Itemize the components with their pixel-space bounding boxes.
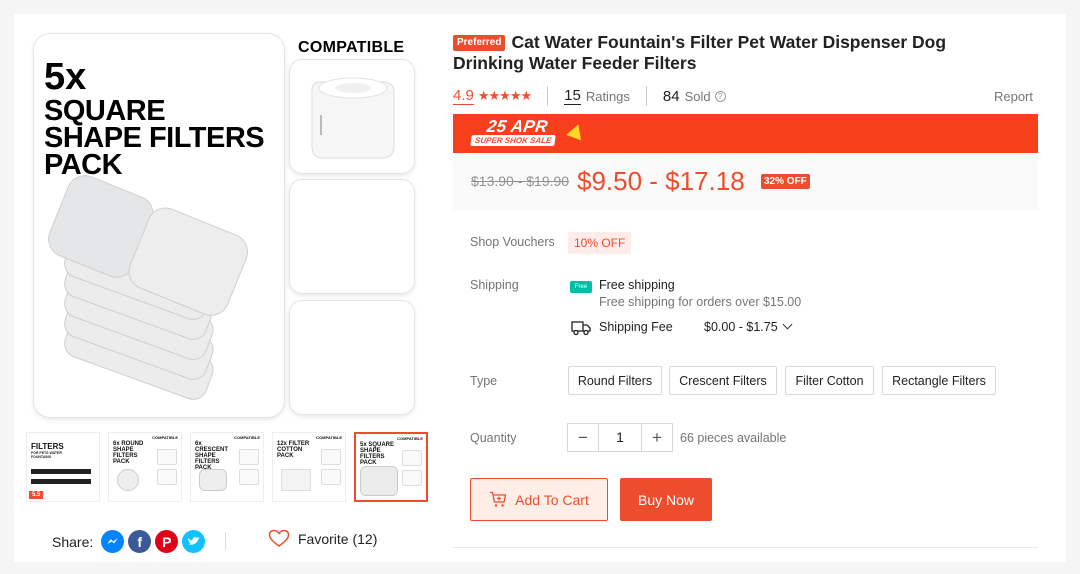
flash-sale-subtitle: SUPER SHOK SALE bbox=[470, 135, 557, 146]
vouchers-label: Shop Vouchers bbox=[470, 235, 555, 249]
decrease-quantity-button[interactable]: − bbox=[568, 424, 598, 451]
sold-count: 84 bbox=[662, 87, 680, 105]
thumb-title: 6x CRESCENT SHAPE FILTERS PACK bbox=[195, 441, 229, 471]
shipping-fee-dropdown[interactable]: $0.00 - $1.75 bbox=[704, 319, 793, 334]
product-title-text: Cat Water Fountain's Filter Pet Water Di… bbox=[453, 32, 947, 73]
thumb-bar bbox=[31, 469, 91, 474]
thumb-title: FILTERS bbox=[31, 442, 64, 451]
type-option-filter-cotton[interactable]: Filter Cotton bbox=[785, 366, 874, 395]
buy-now-button[interactable]: Buy Now bbox=[620, 478, 712, 521]
product-card: 5x SQUARE SHAPE FILTERS PACK COMPATIBLE bbox=[14, 14, 1066, 562]
thumb-badge: 5.5 bbox=[29, 491, 44, 499]
voucher-chip[interactable]: 10% OFF bbox=[568, 232, 632, 254]
preferred-badge: Preferred bbox=[453, 35, 506, 51]
shipping-label: Shipping bbox=[470, 278, 519, 292]
pinterest-icon[interactable]: P bbox=[155, 530, 179, 553]
discount-badge: 32% OFF bbox=[761, 174, 810, 189]
messenger-icon[interactable] bbox=[101, 530, 125, 553]
facebook-icon[interactable]: f bbox=[128, 530, 152, 553]
thumb-shape bbox=[199, 469, 227, 491]
thumb-shape bbox=[360, 466, 398, 496]
stock-available: 66 pieces available bbox=[680, 431, 787, 445]
thumbnail-5[interactable]: COMPATIBLE 5x SQUARE SHAPE FILTERS PACK bbox=[354, 432, 428, 502]
report-link[interactable]: Report bbox=[994, 89, 1033, 104]
rating-value[interactable]: 4.9 bbox=[453, 87, 474, 105]
favorite-button[interactable]: Favorite (12) bbox=[268, 529, 377, 548]
share-divider bbox=[225, 532, 226, 550]
thumbnail-3[interactable]: COMPATIBLE 6x CRESCENT SHAPE FILTERS PAC… bbox=[190, 432, 264, 502]
rating-row: 4.9 ★★★★★ 15 Ratings 84 Sold ? Report bbox=[453, 86, 1033, 106]
thumbnail-4[interactable]: COMPATIBLE 12x FILTER COTTON PACK bbox=[272, 432, 346, 502]
thumb-shape bbox=[281, 469, 311, 491]
cart-icon bbox=[490, 491, 507, 507]
thumb-box bbox=[402, 470, 422, 486]
thumb-compatible: COMPATIBLE bbox=[397, 436, 423, 441]
main-product-image[interactable]: 5x SQUARE SHAPE FILTERS PACK bbox=[34, 34, 284, 417]
rating-divider bbox=[645, 86, 647, 106]
increase-quantity-button[interactable]: + bbox=[642, 424, 672, 451]
thumb-shape bbox=[117, 469, 139, 491]
sold-label: Sold bbox=[684, 88, 711, 104]
thumbnail-strip: FILTERS FOR PETS WATER FOUNTAINS 5.5 COM… bbox=[26, 432, 428, 502]
thumb-box bbox=[402, 450, 422, 466]
ratings-label: Ratings bbox=[585, 88, 630, 104]
thumb-box bbox=[239, 469, 259, 485]
shipping-fee-label: Shipping Fee bbox=[599, 320, 673, 334]
type-option-round-filters[interactable]: Round Filters bbox=[568, 366, 662, 395]
share-bar: Share: f P bbox=[52, 530, 206, 553]
quantity-input[interactable]: 1 bbox=[598, 424, 642, 451]
favorite-label: Favorite (12) bbox=[298, 530, 378, 547]
original-price: $13.90 - $19.90 bbox=[471, 173, 570, 189]
flash-sale-banner: 25 APR SUPER SHOK SALE bbox=[453, 114, 1038, 153]
free-shipping-title: Free shipping bbox=[599, 278, 675, 292]
compatible-image-3[interactable] bbox=[290, 301, 414, 414]
thumb-title: 6x ROUND SHAPE FILTERS PACK bbox=[113, 441, 144, 465]
compatible-image-2[interactable] bbox=[290, 180, 414, 293]
fountain-icon bbox=[311, 77, 395, 159]
thumbnail-1[interactable]: FILTERS FOR PETS WATER FOUNTAINS 5.5 bbox=[26, 432, 100, 502]
compatible-image-1[interactable] bbox=[290, 60, 414, 173]
section-divider bbox=[453, 547, 1038, 548]
rating-stars-icon: ★★★★★ bbox=[477, 88, 532, 103]
thumb-box bbox=[321, 449, 341, 465]
quantity-stepper: − 1 + bbox=[567, 423, 673, 452]
thumb-compatible: COMPATIBLE bbox=[316, 435, 342, 440]
thumb-bar bbox=[31, 479, 91, 484]
type-option-rectangle-filters[interactable]: Rectangle Filters bbox=[882, 366, 996, 395]
compatible-title: COMPATIBLE bbox=[298, 39, 405, 56]
type-label: Type bbox=[470, 374, 498, 388]
add-to-cart-label: Add To Cart bbox=[515, 491, 589, 508]
current-price: $9.50 - $17.18 bbox=[577, 166, 745, 196]
type-option-crescent-filters[interactable]: Crescent Filters bbox=[669, 366, 777, 395]
flash-sale-date: 25 APR bbox=[485, 117, 550, 136]
thumb-sub: FOR PETS WATER FOUNTAINS bbox=[31, 451, 62, 459]
price-section: $13.90 - $19.90 $9.50 - $17.18 32% OFF bbox=[453, 153, 1038, 210]
free-shipping-icon: Free bbox=[570, 281, 592, 293]
thumb-box bbox=[157, 469, 177, 485]
product-title: Preferred Cat Water Fountain's Filter Pet… bbox=[453, 32, 1013, 74]
thumb-compatible: COMPATIBLE bbox=[152, 435, 178, 440]
truck-icon bbox=[571, 321, 591, 336]
free-shipping-subtitle: Free shipping for orders over $15.00 bbox=[599, 295, 802, 309]
filter-stack-illustration bbox=[48, 175, 248, 400]
thumb-box bbox=[239, 449, 259, 465]
quantity-label: Quantity bbox=[470, 431, 517, 445]
rating-divider bbox=[547, 86, 549, 106]
thumb-title: 5x SQUARE SHAPE FILTERS PACK bbox=[360, 442, 395, 466]
thumb-box bbox=[321, 469, 341, 485]
thumb-compatible: COMPATIBLE bbox=[234, 435, 260, 440]
ratings-count[interactable]: 15 bbox=[564, 87, 581, 105]
lightning-icon bbox=[566, 121, 586, 141]
heart-icon bbox=[268, 529, 290, 547]
thumb-box bbox=[157, 449, 177, 465]
twitter-icon[interactable] bbox=[182, 530, 206, 553]
shipping-fee-value: $0.00 - $1.75 bbox=[704, 320, 778, 334]
add-to-cart-button[interactable]: Add To Cart bbox=[470, 478, 608, 521]
thumb-title: 12x FILTER COTTON PACK bbox=[277, 441, 310, 459]
thumbnail-2[interactable]: COMPATIBLE 6x ROUND SHAPE FILTERS PACK bbox=[108, 432, 182, 502]
chevron-down-icon bbox=[782, 319, 793, 330]
share-label: Share: bbox=[52, 533, 94, 550]
help-icon[interactable]: ? bbox=[714, 90, 726, 102]
